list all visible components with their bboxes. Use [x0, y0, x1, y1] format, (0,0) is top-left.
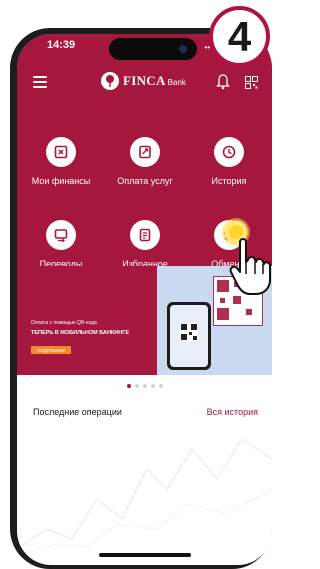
camera-icon [179, 45, 187, 53]
phone-illustration [167, 302, 211, 370]
banner-line2: ТЕПЕРЬ В МОБИЛЬНОМ БАНКИНГЕ [31, 330, 129, 336]
phone-illustration-screen [170, 305, 208, 367]
finca-logo: FINCA Bank [101, 72, 186, 90]
bell-icon[interactable] [216, 74, 230, 90]
pointing-hand-icon [229, 238, 271, 295]
action-label: История [211, 176, 247, 186]
home-indicator [99, 553, 191, 557]
logo-tree-icon [101, 72, 119, 90]
history-icon [214, 137, 244, 167]
favorites-icon [130, 220, 160, 250]
action-payments[interactable]: Оплата услуг [103, 137, 187, 186]
action-history[interactable]: История [187, 137, 271, 186]
logo-sub: Bank [167, 78, 186, 87]
transfer-icon [46, 220, 76, 250]
action-transfers[interactable]: Переводы [19, 220, 103, 269]
action-label: Мои финансы [31, 176, 91, 186]
payment-icon [130, 137, 160, 167]
carousel-dot[interactable] [126, 384, 131, 388]
action-label: Оплата услуг [117, 176, 173, 186]
all-history-link[interactable]: Вся история [207, 407, 258, 417]
background-chart-watermark [17, 437, 272, 555]
step-number-badge: 4 [209, 6, 270, 67]
step-number: 4 [227, 12, 252, 60]
logo-name: FINCA [123, 73, 166, 88]
carousel-dot[interactable] [150, 384, 155, 388]
app-screen: 14:39 •• FINCA Bank Мои финансы Оплата у… [17, 34, 272, 565]
carousel-dot[interactable] [134, 384, 139, 388]
carousel-dot[interactable] [158, 384, 163, 388]
menu-icon[interactable] [33, 76, 47, 88]
action-favorites[interactable]: Избранное [103, 220, 187, 269]
app-header: FINCA Bank [17, 66, 272, 100]
status-time: 14:39 [47, 39, 76, 51]
banner-line1: Оплата с помощью QR-кода [31, 320, 97, 326]
carousel-dot[interactable] [142, 384, 147, 388]
qr-code-icon [180, 323, 198, 341]
qr-scan-icon[interactable] [245, 76, 258, 89]
recent-operations-title: Последние операции [33, 407, 122, 417]
finances-icon [46, 137, 76, 167]
action-my-finances[interactable]: Мои финансы [19, 137, 103, 186]
carousel-indicator [17, 384, 272, 388]
dynamic-island [109, 38, 197, 60]
banner-more-button[interactable]: ПОДРОБНЕЕ [31, 346, 71, 354]
